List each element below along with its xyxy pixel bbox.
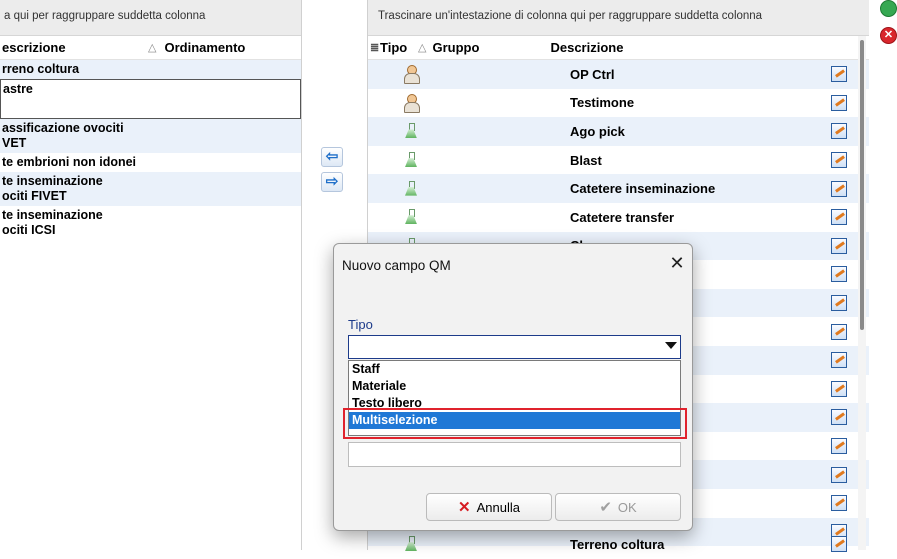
row-descrizione: Catetere inseminazione bbox=[570, 181, 716, 197]
list-item-line: assificazione ovociti bbox=[2, 121, 124, 135]
column-header-gruppo[interactable]: Gruppo bbox=[432, 40, 550, 55]
ok-button[interactable]: ✔ OK bbox=[555, 493, 681, 521]
table-row[interactable]: Catetere transfer bbox=[368, 203, 869, 232]
column-header-descrizione[interactable]: escrizione bbox=[0, 40, 140, 55]
left-grid: a qui per raggruppare suddetta colonna e… bbox=[0, 0, 302, 550]
edit-icon[interactable] bbox=[831, 352, 847, 369]
row-descrizione: OP Ctrl bbox=[570, 66, 615, 82]
sort-triangle-icon: △ bbox=[418, 42, 427, 54]
row-descrizione: Catetere transfer bbox=[570, 209, 675, 225]
right-group-panel[interactable]: Trascinare un'intestazione di colonna qu… bbox=[368, 0, 869, 36]
table-row[interactable]: Catetere inseminazione bbox=[368, 174, 869, 203]
table-row[interactable]: Ago pick bbox=[368, 117, 869, 146]
list-item-line: astre bbox=[3, 82, 33, 96]
row-descrizione: Testimone bbox=[570, 95, 635, 111]
flask-icon bbox=[405, 152, 417, 168]
list-item[interactable]: rreno coltura bbox=[0, 60, 301, 79]
dropdown-option-materiale[interactable]: Materiale bbox=[349, 378, 680, 395]
secondary-field[interactable] bbox=[348, 442, 681, 467]
flask-icon bbox=[405, 180, 417, 197]
cancel-button-label: Annulla bbox=[476, 499, 520, 515]
list-item-line: ociti FIVET bbox=[2, 189, 67, 203]
list-item-line: te inseminazione bbox=[2, 208, 103, 222]
dropdown-option-multiselezione[interactable]: Multiselezione bbox=[349, 412, 680, 429]
move-right-button[interactable]: ⇨ bbox=[321, 172, 343, 192]
edit-icon[interactable] bbox=[831, 495, 847, 512]
row-descrizione: Ago pick bbox=[570, 123, 625, 139]
column-chooser-icon[interactable]: ≣ bbox=[368, 41, 380, 54]
edit-icon[interactable] bbox=[831, 94, 847, 111]
tipo-select[interactable] bbox=[348, 335, 681, 359]
flask-icon bbox=[405, 123, 417, 139]
move-left-button[interactable]: ⇦ bbox=[321, 147, 343, 167]
table-row[interactable]: Blast bbox=[368, 146, 869, 175]
edit-icon[interactable] bbox=[831, 152, 847, 169]
edit-icon[interactable] bbox=[831, 209, 847, 226]
edit-icon[interactable] bbox=[831, 409, 847, 426]
left-grid-header: escrizione △ Ordinamento bbox=[0, 36, 301, 60]
cancel-x-icon: ✕ bbox=[458, 499, 471, 516]
tipo-label: Tipo bbox=[348, 317, 373, 332]
dialog-title: Nuovo campo QM bbox=[342, 258, 451, 273]
edit-icon[interactable] bbox=[831, 380, 847, 397]
sort-triangle-icon: △ bbox=[148, 42, 157, 54]
edit-icon[interactable] bbox=[831, 466, 847, 483]
list-item[interactable]: astre bbox=[0, 79, 301, 119]
check-icon: ✔ bbox=[599, 499, 612, 516]
right-grid-header: ≣ Tipo △ Gruppo Descrizione bbox=[368, 36, 869, 60]
edit-icon[interactable] bbox=[831, 323, 847, 340]
flask-icon bbox=[405, 209, 417, 225]
left-group-panel[interactable]: a qui per raggruppare suddetta colonna bbox=[0, 0, 301, 36]
edit-icon[interactable] bbox=[831, 180, 847, 197]
list-item-line: te inseminazione bbox=[2, 174, 103, 188]
list-item-line: te embrioni non idonei bbox=[2, 155, 137, 169]
table-row[interactable]: Terreno coltura bbox=[368, 530, 858, 559]
dropdown-option-staff[interactable]: Staff bbox=[349, 361, 680, 378]
list-item-line: VET bbox=[2, 136, 27, 150]
edit-icon[interactable] bbox=[831, 66, 847, 83]
list-item[interactable]: te inseminazione ociti ICSI bbox=[0, 206, 301, 240]
left-grid-body: rreno coltura astre assificazione ovociti V… bbox=[0, 60, 301, 240]
cancel-button[interactable]: ✕ Annulla bbox=[426, 493, 552, 521]
add-icon[interactable] bbox=[880, 0, 897, 17]
close-icon[interactable]: ✕ bbox=[666, 253, 688, 275]
remove-icon[interactable]: ✕ bbox=[880, 27, 897, 44]
person-icon bbox=[404, 93, 420, 113]
list-item-line: ociti ICSI bbox=[2, 223, 56, 237]
row-descrizione: Blast bbox=[570, 152, 602, 168]
column-header-ordinamento[interactable]: Ordinamento bbox=[164, 40, 245, 55]
list-item-line: rreno coltura bbox=[2, 62, 80, 76]
edit-icon[interactable] bbox=[831, 438, 847, 455]
column-header-tipo[interactable]: Tipo bbox=[380, 40, 414, 55]
table-row[interactable]: Testimone bbox=[368, 89, 869, 118]
person-icon bbox=[404, 65, 420, 85]
list-item[interactable]: te inseminazione ociti FIVET bbox=[0, 172, 301, 206]
list-item[interactable]: te embrioni non idonei bbox=[0, 153, 301, 172]
table-row[interactable]: OP Ctrl bbox=[368, 60, 869, 89]
ok-button-label: OK bbox=[617, 499, 637, 515]
list-item[interactable]: assificazione ovociti VET bbox=[0, 119, 301, 153]
edit-icon[interactable] bbox=[831, 295, 847, 312]
edit-icon[interactable] bbox=[831, 123, 847, 140]
nuovo-campo-dialog: Nuovo campo QM ✕ Tipo Staff Materiale Te… bbox=[333, 243, 693, 531]
tipo-dropdown-list: Staff Materiale Testo libero Multiselezi… bbox=[348, 360, 681, 436]
edit-icon[interactable] bbox=[831, 237, 847, 254]
dropdown-option-testo-libero[interactable]: Testo libero bbox=[349, 395, 680, 412]
column-header-descrizione[interactable]: Descrizione bbox=[550, 40, 623, 55]
chevron-down-icon[interactable] bbox=[665, 342, 677, 349]
scrollbar-thumb[interactable] bbox=[860, 40, 864, 330]
edit-icon[interactable] bbox=[831, 266, 847, 283]
